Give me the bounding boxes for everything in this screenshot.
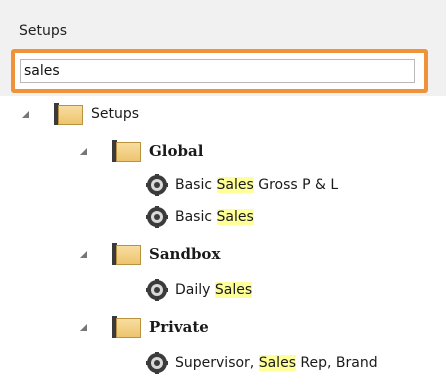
search-input[interactable] (20, 59, 415, 83)
item-label: Basic Sales Gross P & L (175, 177, 339, 193)
tree-item-basic-sales[interactable]: Basic Sales (146, 204, 254, 230)
panel-label: Setups (19, 23, 68, 39)
search-match-highlight: Sales (216, 177, 254, 193)
folder-icon (111, 243, 141, 265)
tree-item-basic-sales-gross-pl[interactable]: Basic Sales Gross P & L (146, 172, 338, 198)
tree-node-label: Setups (91, 106, 140, 122)
item-label: Basic Sales (175, 209, 254, 225)
search-match-highlight: Sales (258, 355, 296, 371)
gear-icon (146, 174, 168, 196)
search-box (11, 49, 428, 93)
tree-node-label: Private (149, 318, 209, 336)
tree-item-daily-sales[interactable]: Daily Sales (146, 277, 253, 303)
tree-node-setups[interactable]: Setups (22, 101, 139, 127)
gear-icon (146, 352, 168, 374)
tree-item-supervisor-sales-rep-brand[interactable]: Supervisor, Sales Rep, Brand (146, 350, 378, 376)
search-match-highlight: Sales (216, 209, 254, 225)
tree-node-private[interactable]: Private (80, 314, 209, 340)
expand-collapse-icon[interactable] (80, 147, 87, 155)
search-match-highlight: Sales (214, 282, 253, 298)
folder-icon (53, 103, 83, 125)
gear-icon (146, 206, 168, 228)
expand-collapse-icon[interactable] (80, 323, 87, 331)
gear-icon (146, 279, 168, 301)
tree-node-global[interactable]: Global (80, 138, 203, 164)
setups-tree: Setups Global Basic Sales Gross P & L Ba… (0, 96, 446, 383)
item-label: Daily Sales (175, 282, 253, 298)
item-label: Supervisor, Sales Rep, Brand (175, 355, 378, 371)
folder-icon (111, 140, 141, 162)
expand-collapse-icon[interactable] (80, 250, 87, 258)
expand-collapse-icon[interactable] (22, 110, 29, 118)
tree-node-label: Global (149, 142, 204, 160)
tree-node-label: Sandbox (149, 245, 221, 263)
folder-icon (111, 316, 141, 338)
tree-node-sandbox[interactable]: Sandbox (80, 241, 220, 267)
